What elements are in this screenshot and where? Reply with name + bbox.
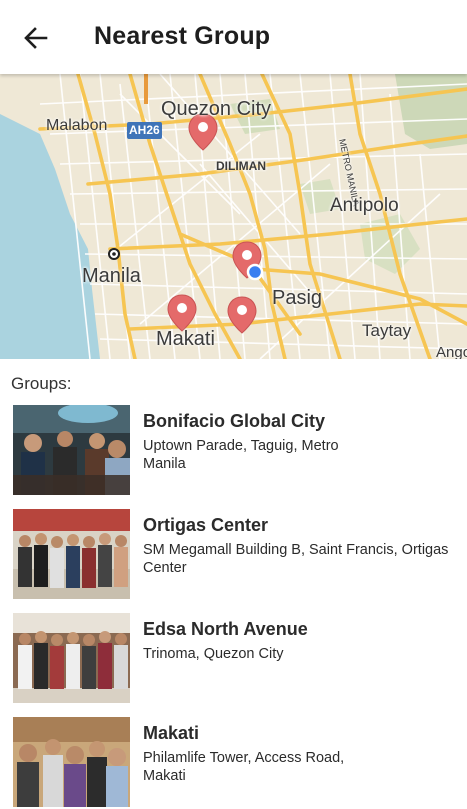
group-photo	[13, 613, 130, 703]
group-address: Uptown Parade, Taguig, Metro Manila	[143, 438, 339, 472]
group-row-makati[interactable]: Makati Philamlife Tower, Access Road, Ma…	[0, 717, 467, 809]
group-name: Ortigas Center	[143, 515, 269, 535]
map-label-manila: Manila	[82, 265, 141, 287]
map-label-antipolo: Antipolo	[330, 195, 399, 216]
map-label-malabon: Malabon	[46, 117, 108, 134]
group-address: SM Megamall Building B, Saint Francis, O…	[143, 542, 449, 576]
group-photo	[13, 405, 130, 495]
group-name: Edsa North Avenue	[143, 619, 308, 639]
map-label-diliman: DILIMAN	[216, 159, 266, 173]
group-row-ortigas[interactable]: Ortigas Center SM Megamall Building B, S…	[0, 509, 467, 601]
map-label-pasig: Pasig	[272, 287, 323, 309]
map-label-makati: Makati	[156, 328, 215, 350]
map-label-angono: Ango	[436, 344, 467, 359]
map-label-ah26: AH26	[129, 123, 160, 137]
group-row-edsa-north[interactable]: Edsa North Avenue Trinoma, Quezon City	[0, 613, 467, 705]
group-address: Philamlife Tower, Access Road, Makati	[143, 750, 345, 784]
map-label-quezon-city: Quezon City	[161, 98, 272, 120]
group-name: Bonifacio Global City	[143, 411, 326, 431]
group-row-bonifacio[interactable]: Bonifacio Global City Uptown Parade, Tag…	[0, 405, 467, 497]
group-photo	[13, 509, 130, 599]
page-title: Nearest Group	[94, 22, 271, 50]
app-bar: Nearest Group	[0, 0, 467, 74]
group-address: Trinoma, Quezon City	[143, 646, 284, 662]
current-location-dot	[246, 263, 264, 281]
map-label-taytay: Taytay	[362, 321, 412, 340]
map-view[interactable]: Quezon City Malabon AH26 DILIMAN METRO M…	[0, 74, 467, 359]
group-name: Makati	[143, 723, 200, 743]
groups-heading: Groups:	[11, 374, 72, 393]
group-photo	[13, 717, 130, 807]
arrow-left-icon[interactable]	[20, 22, 52, 54]
